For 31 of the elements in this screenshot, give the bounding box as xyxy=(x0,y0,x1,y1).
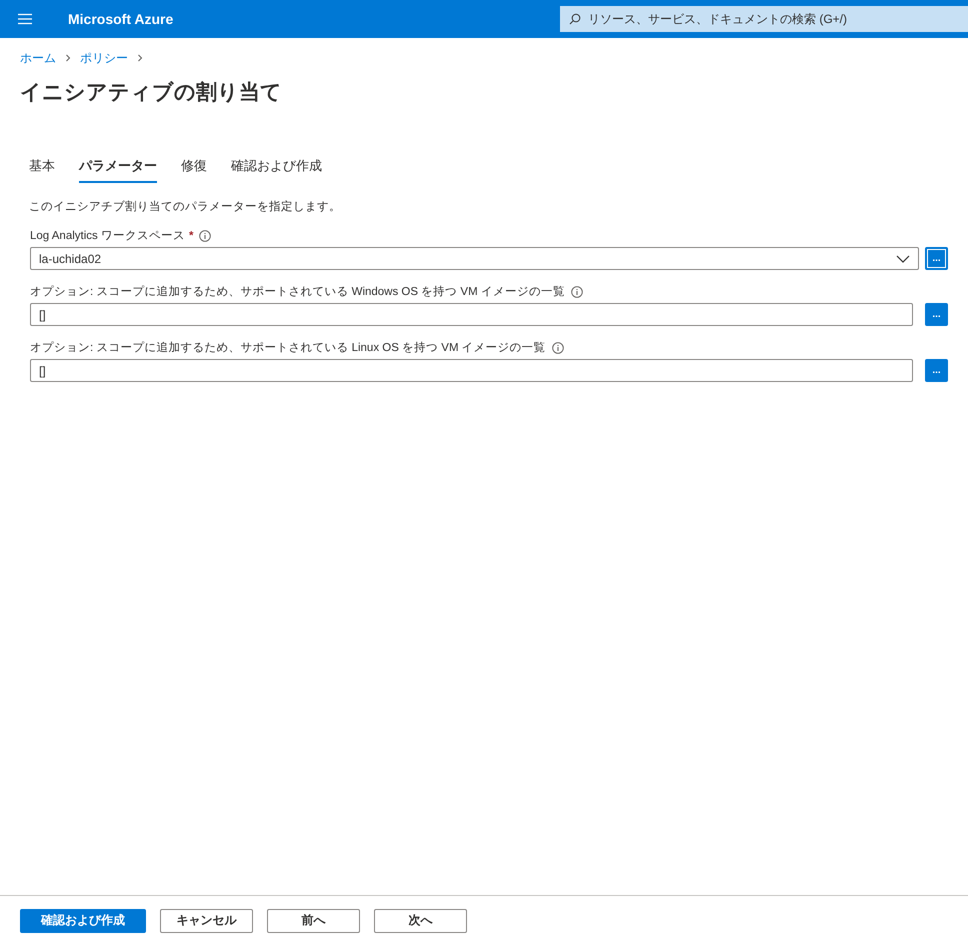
browse-button[interactable]: ... xyxy=(925,247,948,270)
field-label: Log Analytics ワークスペース xyxy=(30,229,185,243)
field-label: オプション: スコープに追加するため、サポートされている Windows OS を持つ VM イメージの一覧 xyxy=(30,284,565,299)
search-field[interactable]: リソース、サービス、ドキュメントの検索 (G+/) xyxy=(560,6,968,32)
breadcrumb-link[interactable]: ポリシー xyxy=(80,50,128,66)
info-icon[interactable] xyxy=(199,230,212,242)
secondary-button[interactable]: キャンセル xyxy=(160,908,253,932)
chevron-icon xyxy=(64,54,72,62)
search-icon xyxy=(569,13,581,25)
secondary-button[interactable]: 次へ xyxy=(374,908,467,932)
app-title: Microsoft Azure xyxy=(68,11,174,27)
browse-button[interactable]: ... xyxy=(925,303,948,326)
secondary-button[interactable]: 前へ xyxy=(267,908,360,932)
info-icon[interactable] xyxy=(570,286,583,298)
page-title: イニシアティブの割り当て xyxy=(20,80,283,106)
workspace-dropdown[interactable]: la-uchida02 xyxy=(30,247,919,270)
breadcrumb-link[interactable]: ホーム xyxy=(20,50,56,66)
tab[interactable]: 修復 xyxy=(181,151,207,183)
field-label: オプション: スコープに追加するため、サポートされている Linux OS を持つ VM イメージの一覧 xyxy=(30,340,546,355)
tab[interactable]: パラメーター xyxy=(79,151,157,183)
browse-button[interactable]: ... xyxy=(925,359,948,382)
tab[interactable]: 確認および作成 xyxy=(231,151,322,183)
info-icon[interactable] xyxy=(552,342,564,354)
input-field[interactable]: [] xyxy=(30,303,913,326)
chevron-icon xyxy=(136,54,144,62)
required-mark: * xyxy=(188,230,194,242)
tab[interactable]: 基本 xyxy=(29,151,55,183)
input-field[interactable]: [] xyxy=(30,359,913,382)
description: このイニシアチブ割り当てのパラメーターを指定します。 xyxy=(29,200,342,214)
primary-button[interactable]: 確認および作成 xyxy=(20,908,146,932)
chevron-down-icon xyxy=(896,254,910,262)
